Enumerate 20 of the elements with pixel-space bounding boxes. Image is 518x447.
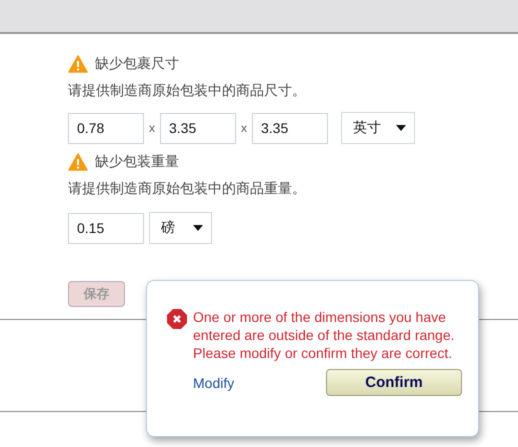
times-sign: x — [148, 121, 156, 135]
hint-text: 请提供制造商原始包装中的商品尺寸。 — [68, 82, 307, 100]
unit-dropdown[interactable]: 英寸 — [341, 112, 415, 144]
times-sign: x — [240, 121, 248, 135]
warning-icon — [68, 153, 88, 171]
error-icon — [167, 309, 187, 329]
dimension-field[interactable]: 0.78 — [68, 112, 144, 144]
warning-icon — [68, 55, 88, 73]
dimension-field[interactable]: 3.35 — [160, 112, 236, 144]
warning-text: 缺少包装重量 — [95, 153, 179, 171]
dimension-field[interactable]: 3.35 — [252, 112, 328, 144]
modify-link[interactable]: Modify — [193, 374, 234, 390]
hint-text: 请提供制造商原始包装中的商品重量。 — [68, 180, 307, 198]
confirm-button[interactable]: Confirm — [326, 369, 462, 396]
weight-field[interactable]: 0.15 — [68, 212, 144, 244]
unit-dropdown[interactable]: 磅 — [149, 212, 212, 244]
caret-icon — [193, 225, 203, 231]
warning-text: 缺少包裹尺寸 — [95, 55, 179, 73]
caret-icon — [396, 125, 406, 131]
error-message: One or more of the dimensions you have entered are outside of the standard range. Please modify or confirm they are correct. — [193, 308, 456, 362]
